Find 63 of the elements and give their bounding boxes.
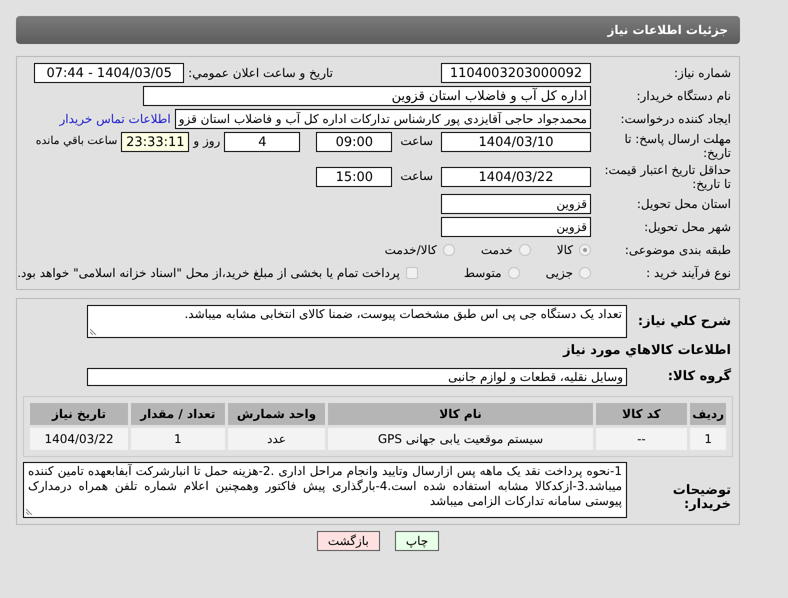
field-label: گروه کالا: (666, 370, 732, 384)
radio-button[interactable] (579, 267, 591, 279)
deadline-time-field: 09:00 (316, 132, 392, 152)
column-header: ردیف (690, 403, 726, 425)
summary-field: تعداد یک دستگاه جی پی اس طبق مشخصات پیوست، ضمنا کالای انتخابی مشابه میباشد. (87, 305, 627, 338)
goods-group-field: وسایل نقلیه، قطعات و لوازم جانبی (87, 368, 627, 386)
column-header: تعداد / مقدار (131, 403, 225, 425)
radio-button[interactable] (518, 244, 531, 256)
table-cell: 1404/03/22 (30, 428, 128, 450)
option-label: کالا/خدمت (384, 243, 437, 257)
checkbox[interactable] (406, 267, 418, 279)
buyer-notes-field: 1-نحوه پرداخت نقد یک ماهه پس ازارسال وتایید وانجام مراحل اداری .2-هزینه حمل تا انبارشرکت آبفابعهده تامین کننده میباشد.3-ازکدکالا مشابه استفاده شده است.4-بارگذاری پیش فاکتور وهمچنین اعلام شماره تلفن همراه درمدارک پیوستی سامانه تدارکات الزامی میباشد (23, 462, 627, 518)
days-field: 4 (224, 132, 300, 152)
field-label: تاریخ و ساعت اعلان عمومي: (188, 66, 333, 80)
deadline-date-field: 1404/03/10 (441, 132, 591, 152)
print-button[interactable]: چاپ (394, 531, 440, 551)
resize-grip-icon (26, 507, 34, 515)
resize-grip-icon (90, 327, 98, 335)
validity-date-field: 1404/03/22 (441, 167, 591, 187)
announcement-date-field: 1404/03/05 - 07:44 (34, 63, 184, 83)
field-label: مهلت ارسال پاسخ: تا تاریخ: (623, 132, 732, 160)
field-label: شهر محل تحویل: (643, 220, 732, 234)
field-label: نام دستگاه خریدار: (636, 89, 732, 103)
field-label: استان محل تحویل: (636, 197, 732, 211)
option-label: کالا (556, 243, 573, 257)
requester-field: محمدجواد حاجی آقایزدی پور کارشناس تدارکات اداره کل آب و فاضلاب استان قزو (174, 109, 591, 129)
field-label: طبقه بندی موضوعی: (624, 243, 732, 257)
radio-button[interactable] (579, 244, 591, 256)
section-title: اطلاعات کالاهاي مورد نياز (562, 343, 732, 358)
radio-button[interactable] (442, 244, 455, 256)
city-field: قزوین (441, 217, 591, 237)
table-cell: 1 (131, 428, 225, 450)
back-button[interactable]: بازگشت (316, 531, 380, 551)
field-label: شرح کلي نياز: (636, 315, 732, 329)
validity-time-field: 15:00 (316, 167, 392, 187)
field-label: روز و (193, 134, 220, 148)
field-label: ساعت (400, 169, 433, 183)
column-header: کد کالا (596, 403, 688, 425)
table-cell: -- (596, 428, 688, 450)
table-cell: عدد (228, 428, 326, 450)
column-header: نام کالا (328, 403, 593, 425)
field-label: توضیحات خریدار: (672, 484, 732, 512)
page-title: جزئیات اطلاعات نیاز (16, 16, 740, 44)
field-label: ساعت (400, 134, 433, 148)
buyer-org-field: اداره کل آب و فاضلاب استان قزوین (143, 86, 591, 106)
need-number-field: 1104003203000092 (441, 63, 591, 83)
column-header: واحد شمارش (228, 403, 326, 425)
column-header: تاریخ نیاز (30, 403, 128, 425)
option-label: متوسط (464, 266, 502, 280)
option-label: جزیی (546, 266, 573, 280)
field-label: ساعت باقي مانده (36, 134, 118, 147)
field-label: نوع فرآیند خرید : (645, 266, 732, 280)
province-field: قزوین (441, 194, 591, 214)
table-cell: 1 (690, 428, 726, 450)
field-label: حداقل تاریخ اعتبار قیمت: تا تاریخ: (603, 163, 732, 191)
option-label: خدمت (480, 243, 513, 257)
field-label: ایجاد کننده درخواست: (619, 112, 732, 126)
radio-button[interactable] (508, 267, 520, 279)
table-cell: سیستم موقعیت یابی جهانی GPS (328, 428, 593, 450)
remaining-time-field: 23:33:11 (121, 132, 190, 152)
field-label: شماره نیاز: (673, 66, 732, 80)
checkbox-label: پرداخت تمام یا بخشی از مبلغ خرید،از محل "اسناد خزانه اسلامی" خواهد بود. (17, 266, 400, 280)
buyer-contact-link[interactable]: اطلاعات تماس خریدار (60, 112, 171, 126)
